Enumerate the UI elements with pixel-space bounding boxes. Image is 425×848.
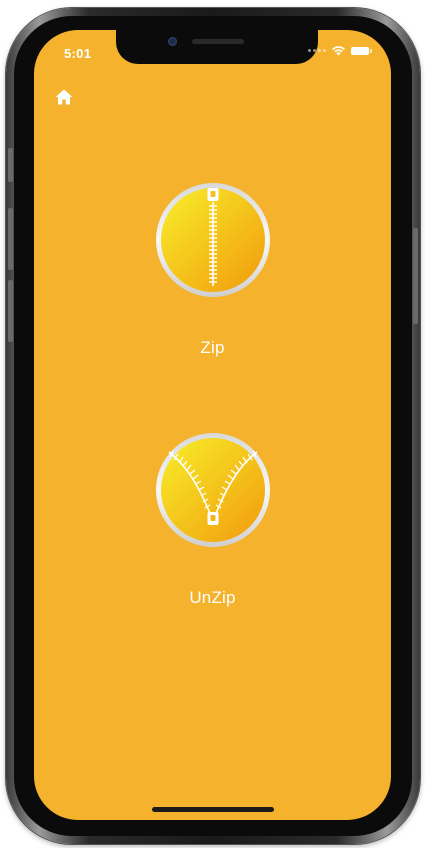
battery-icon <box>351 46 372 55</box>
zip-action[interactable]: Zip <box>34 180 391 358</box>
volume-up-button <box>8 208 13 270</box>
front-camera <box>168 37 177 46</box>
status-time: 5:01 <box>64 46 92 61</box>
notch <box>116 30 318 64</box>
app-screen: 5:01 Zip UnZip <box>34 30 391 820</box>
zipper-open-icon[interactable] <box>153 430 273 550</box>
earpiece-speaker <box>192 39 244 44</box>
zip-label: Zip <box>200 338 225 357</box>
volume-down-button <box>8 280 13 342</box>
wifi-icon <box>332 46 345 56</box>
power-button <box>413 228 418 324</box>
home-indicator[interactable] <box>152 807 274 812</box>
home-button[interactable] <box>54 87 74 107</box>
signal-icon <box>308 49 326 52</box>
status-indicators <box>308 45 372 56</box>
zipper-closed-icon[interactable] <box>153 180 273 300</box>
silent-switch <box>8 148 13 182</box>
unzip-action[interactable]: UnZip <box>34 430 391 608</box>
unzip-label: UnZip <box>189 588 236 607</box>
home-icon <box>55 89 73 105</box>
